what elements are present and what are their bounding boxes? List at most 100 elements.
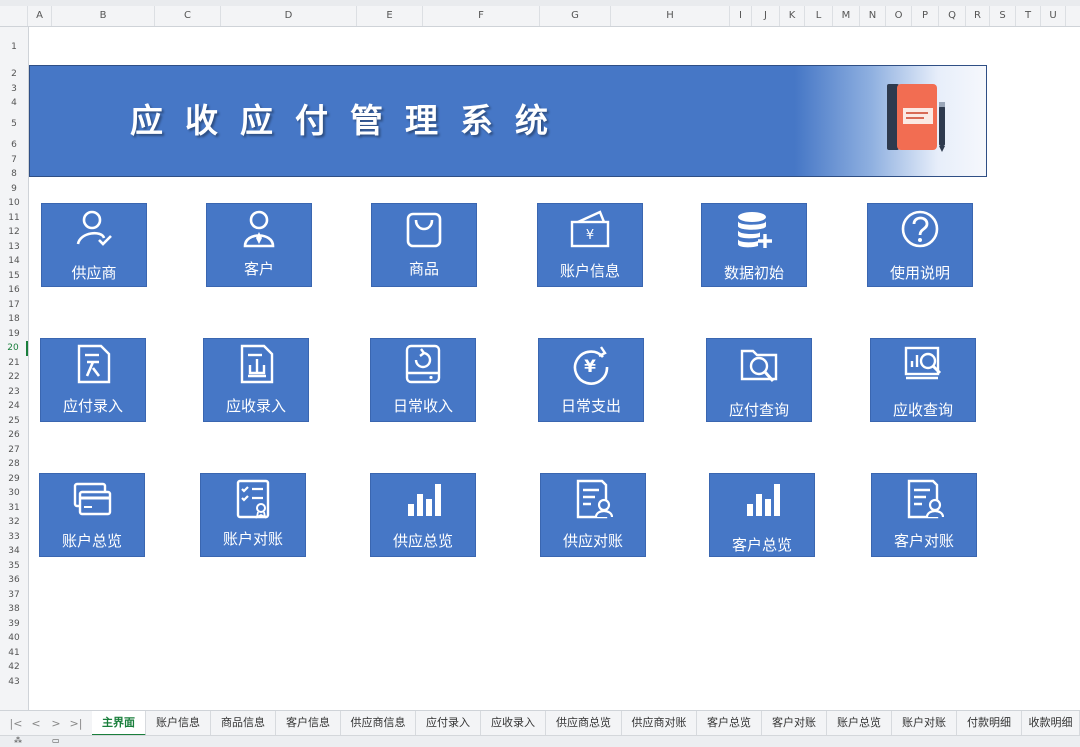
column-header-cell[interactable]: E: [357, 6, 423, 26]
row-header-cell[interactable]: 29: [0, 472, 28, 487]
sheet-nav-button[interactable]: >: [48, 711, 64, 736]
tile-6-button[interactable]: 使用说明: [868, 204, 972, 286]
macro-icon[interactable]: ⁂: [14, 736, 22, 745]
row-header-cell[interactable]: 9: [0, 182, 28, 197]
sheet-tab[interactable]: 账户总览: [827, 711, 892, 736]
column-header-cell[interactable]: R: [966, 6, 990, 26]
tile-8-button[interactable]: 应收录入: [204, 339, 308, 421]
row-header-cell[interactable]: 24: [0, 399, 28, 414]
row-header-cell[interactable]: 22: [0, 370, 28, 385]
row-header-cell[interactable]: 3: [0, 82, 28, 96]
column-header-cell[interactable]: Q: [939, 6, 966, 26]
sheet-tab[interactable]: 账户对账: [892, 711, 957, 736]
row-header-cell[interactable]: 20: [0, 341, 28, 356]
tile-18-button[interactable]: 客户对账: [872, 474, 976, 556]
sheet-nav-button[interactable]: >|: [68, 711, 84, 736]
row-header-cell[interactable]: 26: [0, 428, 28, 443]
sheet-tab[interactable]: 客户对账: [762, 711, 827, 736]
row-header-cell[interactable]: 25: [0, 414, 28, 429]
tile-10-button[interactable]: ¥ 日常支出: [539, 339, 643, 421]
sheet-tab[interactable]: 供应商对账: [622, 711, 697, 736]
column-header-cell[interactable]: K: [780, 6, 805, 26]
row-header-cell[interactable]: 16: [0, 283, 28, 298]
record-icon[interactable]: ▭: [52, 736, 60, 745]
column-header-cell[interactable]: I: [730, 6, 752, 26]
row-header-cell[interactable]: 23: [0, 385, 28, 400]
row-header-cell[interactable]: 19: [0, 327, 28, 342]
tile-13-button[interactable]: 账户总览: [40, 474, 144, 556]
sheet-tab[interactable]: 客户信息: [276, 711, 341, 736]
column-header-cell[interactable]: U: [1041, 6, 1066, 26]
sheet-tab[interactable]: 应付录入: [416, 711, 481, 736]
sheet-tab[interactable]: 客户总览: [697, 711, 762, 736]
tile-14-button[interactable]: 账户对账: [201, 474, 305, 556]
row-header-cell[interactable]: 41: [0, 646, 28, 661]
tile-1-button[interactable]: 供应商: [42, 204, 146, 286]
column-header-cell[interactable]: J: [752, 6, 780, 26]
column-header-cell[interactable]: L: [805, 6, 833, 26]
column-header-cell[interactable]: P: [912, 6, 939, 26]
tile-12-button[interactable]: 应收查询: [871, 339, 975, 421]
sheet-tab[interactable]: 商品信息: [211, 711, 276, 736]
tile-2-button[interactable]: 客户: [207, 204, 311, 286]
row-header-cell[interactable]: 18: [0, 312, 28, 327]
column-header-cell[interactable]: S: [990, 6, 1016, 26]
column-header-cell[interactable]: B: [52, 6, 155, 26]
sheet-tab[interactable]: 主界面: [92, 711, 146, 736]
row-header-cell[interactable]: 13: [0, 240, 28, 255]
sheet-tab[interactable]: 应收录入: [481, 711, 546, 736]
row-header-cell[interactable]: 27: [0, 443, 28, 458]
row-header-cell[interactable]: 37: [0, 588, 28, 603]
row-header-cell[interactable]: 36: [0, 573, 28, 588]
tile-16-button[interactable]: 供应对账: [541, 474, 645, 556]
row-header-cell[interactable]: 14: [0, 254, 28, 269]
row-header-cell[interactable]: 8: [0, 167, 28, 182]
row-header-cell[interactable]: 10: [0, 196, 28, 211]
row-header-cell[interactable]: 11: [0, 211, 28, 226]
tile-9-button[interactable]: 日常收入: [371, 339, 475, 421]
row-header-cell[interactable]: 30: [0, 486, 28, 501]
row-header-cell[interactable]: 32: [0, 515, 28, 530]
row-header-cell[interactable]: 7: [0, 153, 28, 168]
row-header-cell[interactable]: 31: [0, 501, 28, 516]
row-header-cell[interactable]: 43: [0, 675, 28, 690]
row-header-cell[interactable]: 38: [0, 602, 28, 617]
column-header-cell[interactable]: A: [28, 6, 52, 26]
column-header-cell[interactable]: M: [833, 6, 860, 26]
row-header-cell[interactable]: 1: [0, 27, 28, 67]
row-header-cell[interactable]: 4: [0, 96, 28, 110]
sheet-nav-button[interactable]: |<: [8, 711, 24, 736]
tile-17-button[interactable]: 客户总览: [710, 474, 814, 556]
column-header-cell[interactable]: H: [611, 6, 730, 26]
sheet-tab[interactable]: 收款明细: [1022, 711, 1080, 736]
column-header-cell[interactable]: G: [540, 6, 611, 26]
column-header-cell[interactable]: D: [221, 6, 357, 26]
row-header-cell[interactable]: 15: [0, 269, 28, 284]
sheet-tab[interactable]: 付款明细: [957, 711, 1022, 736]
row-header-cell[interactable]: 6: [0, 138, 28, 153]
sheet-tab[interactable]: 供应商信息: [341, 711, 416, 736]
row-header-cell[interactable]: 2: [0, 67, 28, 82]
row-header-cell[interactable]: 39: [0, 617, 28, 632]
sheet-tab[interactable]: 账户信息: [146, 711, 211, 736]
row-header-cell[interactable]: 21: [0, 356, 28, 371]
sheet-nav-button[interactable]: <: [28, 711, 44, 736]
column-header-cell[interactable]: O: [886, 6, 912, 26]
tile-5-button[interactable]: 数据初始: [702, 204, 806, 286]
row-header-cell[interactable]: 34: [0, 544, 28, 559]
row-header-cell[interactable]: 5: [0, 110, 28, 138]
row-header-cell[interactable]: 28: [0, 457, 28, 472]
column-header-cell[interactable]: C: [155, 6, 221, 26]
row-header-cell[interactable]: 35: [0, 559, 28, 574]
row-header-cell[interactable]: 17: [0, 298, 28, 313]
tile-11-button[interactable]: 应付查询: [707, 339, 811, 421]
tile-4-button[interactable]: ¥ 账户信息: [538, 204, 642, 286]
row-header-cell[interactable]: 12: [0, 225, 28, 240]
row-header-cell[interactable]: 33: [0, 530, 28, 545]
tile-7-button[interactable]: 应付录入: [41, 339, 145, 421]
row-header-cell[interactable]: 42: [0, 660, 28, 675]
column-header-cell[interactable]: N: [860, 6, 886, 26]
column-header-cell[interactable]: T: [1016, 6, 1041, 26]
tile-15-button[interactable]: 供应总览: [371, 474, 475, 556]
tile-3-button[interactable]: 商品: [372, 204, 476, 286]
